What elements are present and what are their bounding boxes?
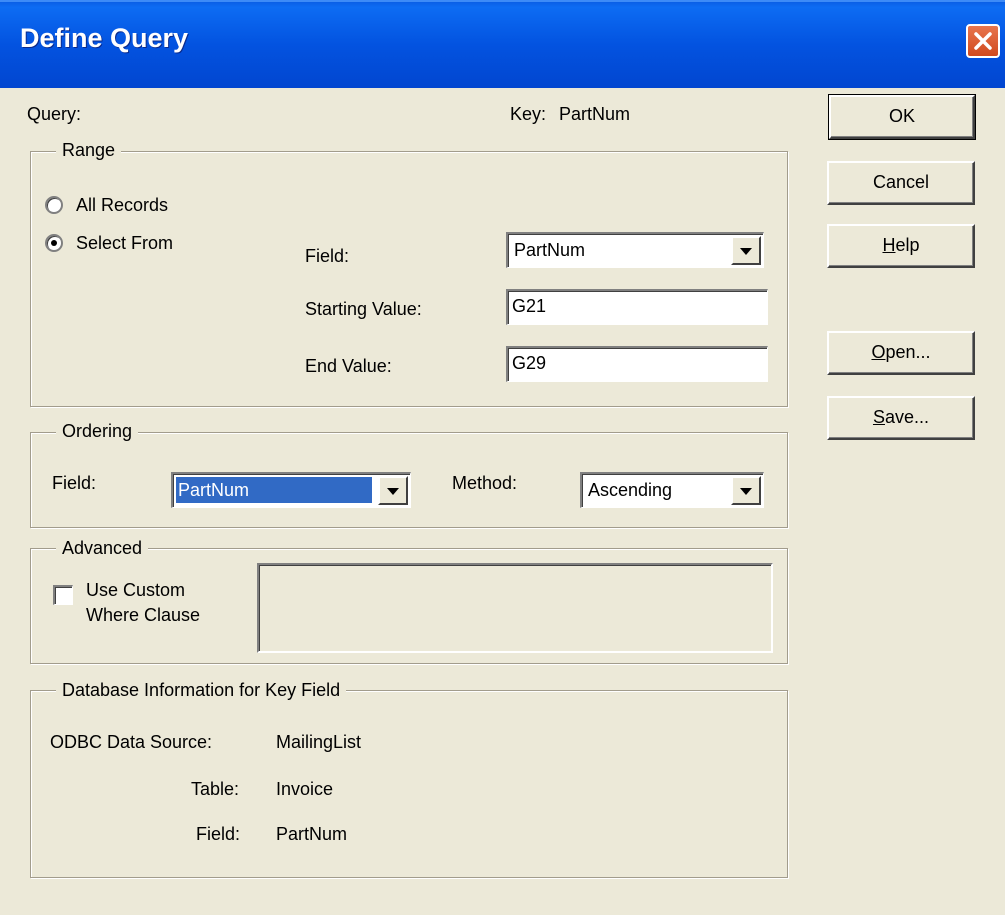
ordering-field-value: PartNum — [176, 477, 372, 503]
end-value-label: End Value: — [305, 356, 392, 376]
ordering-legend: Ordering — [56, 420, 139, 442]
window-title: Define Query — [20, 23, 189, 53]
table-value: Invoice — [276, 779, 334, 799]
select-from-radio[interactable] — [45, 234, 63, 252]
chevron-down-icon — [387, 488, 399, 495]
key-value: PartNum — [559, 104, 631, 124]
open-mnemonic: O — [871, 342, 886, 362]
all-records-label[interactable]: All Records — [76, 194, 168, 216]
advanced-legend: Advanced — [56, 537, 149, 559]
select-from-label[interactable]: Select From — [76, 232, 173, 254]
range-legend: Range — [56, 139, 122, 161]
odbc-source-value: MailingList — [276, 732, 362, 752]
radio-selected-dot — [51, 240, 57, 246]
ok-button-label: OK — [888, 106, 915, 126]
open-button-label: pen... — [885, 342, 931, 362]
key-label: Key: — [510, 104, 547, 124]
cancel-button-label: Cancel — [872, 172, 930, 192]
save-button-label: ave... — [884, 407, 930, 427]
use-custom-label-line2[interactable]: Where Clause — [86, 604, 200, 626]
database-info-group — [30, 690, 788, 878]
method-label: Method: — [452, 473, 518, 493]
table-label: Table: — [191, 779, 240, 799]
ok-button[interactable]: OK — [828, 94, 976, 140]
range-field-dropdown[interactable]: PartNum — [506, 232, 764, 268]
use-custom-label-line1[interactable]: Use Custom — [86, 579, 185, 601]
chevron-down-icon — [740, 488, 752, 495]
close-icon — [974, 32, 992, 50]
method-value: Ascending — [588, 480, 673, 500]
chevron-down-icon — [740, 248, 752, 255]
db-field-label: Field: — [196, 824, 241, 844]
help-button-label: elp — [895, 235, 920, 255]
save-mnemonic: S — [872, 407, 885, 427]
ordering-field-label: Field: — [52, 473, 97, 493]
ordering-field-dropdown[interactable]: PartNum — [171, 472, 411, 508]
help-button[interactable]: Help — [827, 224, 975, 268]
open-button[interactable]: Open... — [827, 331, 975, 375]
close-button[interactable] — [966, 24, 1000, 58]
title-bar[interactable]: Define Query — [0, 0, 1005, 88]
end-value-input[interactable]: G29 — [506, 346, 768, 382]
save-button[interactable]: Save... — [827, 396, 975, 440]
use-custom-where-checkbox[interactable] — [53, 585, 73, 605]
database-info-legend: Database Information for Key Field — [56, 679, 347, 701]
range-field-value: PartNum — [514, 240, 586, 260]
method-dropdown-button[interactable] — [731, 476, 761, 505]
starting-value-label: Starting Value: — [305, 299, 422, 319]
all-records-radio[interactable] — [45, 196, 63, 214]
method-dropdown[interactable]: Ascending — [580, 472, 764, 508]
range-field-dropdown-button[interactable] — [731, 236, 761, 265]
help-mnemonic: H — [882, 235, 896, 255]
starting-value-input[interactable]: G21 — [506, 289, 768, 325]
ordering-field-dropdown-button[interactable] — [378, 476, 408, 505]
range-field-label: Field: — [305, 246, 350, 266]
query-label: Query: — [27, 104, 82, 124]
cancel-button[interactable]: Cancel — [827, 161, 975, 205]
db-field-value: PartNum — [276, 824, 348, 844]
odbc-source-label: ODBC Data Source: — [50, 732, 213, 752]
where-clause-textarea — [257, 563, 773, 653]
